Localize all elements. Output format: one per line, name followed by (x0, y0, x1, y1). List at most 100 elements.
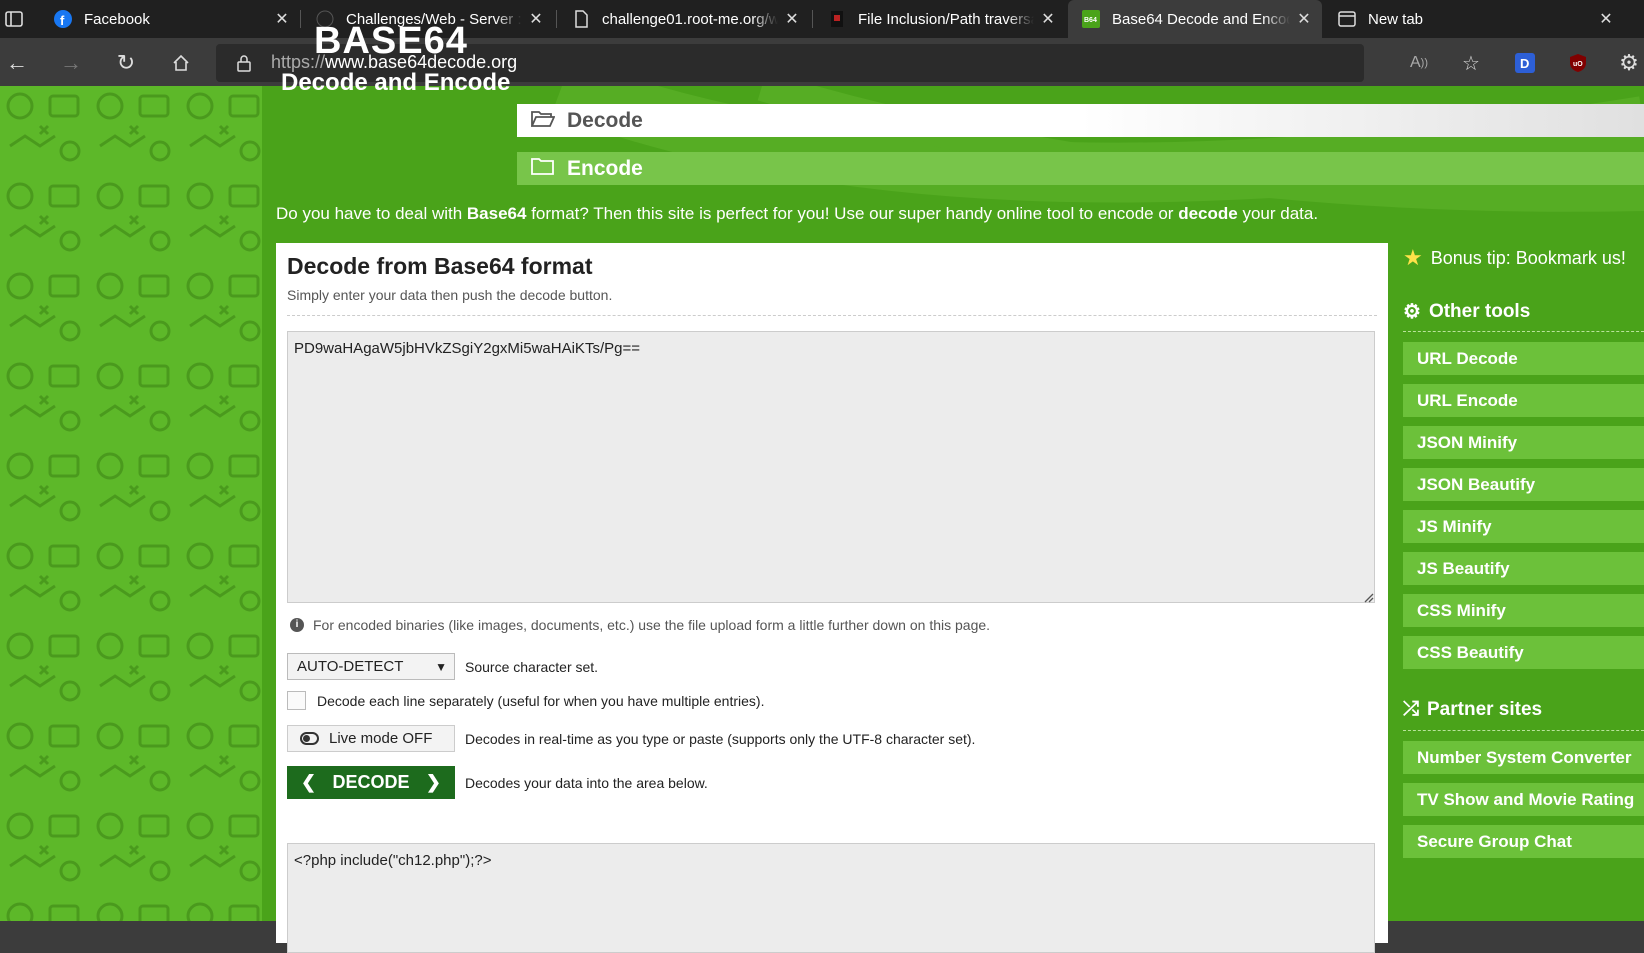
svg-text:D: D (1520, 56, 1529, 71)
tool-js-minify[interactable]: JS Minify (1403, 510, 1644, 543)
partner-group-chat[interactable]: Secure Group Chat (1403, 825, 1644, 858)
partner-number-system[interactable]: Number System Converter (1403, 741, 1644, 774)
tool-url-encode[interactable]: URL Encode (1403, 384, 1644, 417)
charset-row: AUTO-DETECT ▼ Source character set. (287, 653, 598, 680)
charset-label: Source character set. (465, 658, 599, 675)
partner-tv-rating[interactable]: TV Show and Movie Rating (1403, 783, 1644, 816)
binary-note-text: For encoded binaries (like images, docum… (313, 617, 991, 633)
close-icon[interactable]: ✕ (784, 9, 800, 29)
divider (1403, 331, 1644, 332)
browser-tab-bar: f Facebook ✕ Challenges/Web - Server : P… (0, 0, 1644, 38)
decorative-pattern (0, 86, 262, 921)
decoded-output[interactable]: <?php include("ch12.php");?> (287, 843, 1375, 953)
tab-new-tab[interactable]: New tab ✕ (1324, 0, 1624, 38)
partner-sites-title: Partner sites (1427, 698, 1543, 720)
lock-icon[interactable] (236, 54, 252, 77)
extension-d-icon[interactable]: D (1512, 50, 1538, 76)
close-icon[interactable]: ✕ (1296, 9, 1312, 29)
refresh-icon[interactable]: ↻ (113, 50, 139, 76)
site-logo[interactable]: BASE64 (314, 20, 468, 63)
forward-icon[interactable]: → (58, 50, 84, 76)
tab-title: challenge01.root-me.org/w (602, 10, 778, 28)
close-icon[interactable]: ✕ (1598, 9, 1614, 29)
extensions-icon[interactable]: ⚙ (1616, 50, 1642, 76)
page-title: Decode from Base64 format (287, 253, 593, 279)
nav-encode[interactable]: Encode (517, 152, 1644, 185)
tab-file-inclusion[interactable]: File Inclusion/Path traversal ✕ (814, 0, 1066, 38)
chevron-down-icon: ▼ (435, 659, 447, 674)
tab-base64-active[interactable]: B64 Base64 Decode and Encode ✕ (1068, 0, 1322, 38)
read-aloud-icon[interactable]: A)) (1406, 50, 1432, 76)
close-icon[interactable]: ✕ (274, 9, 290, 29)
base64-input[interactable]: PD9waHAgaW5jbHVkZSgiY2gxMi5waHAiKTs/Pg== (287, 331, 1375, 603)
rootme-icon (828, 10, 846, 28)
back-icon[interactable]: ← (4, 50, 30, 76)
toggle-off-icon (300, 732, 319, 745)
base64-icon: B64 (1082, 10, 1100, 28)
tab-actions-icon[interactable] (4, 9, 24, 29)
binary-note: i For encoded binaries (like images, doc… (290, 617, 990, 633)
tool-css-beautify[interactable]: CSS Beautify (1403, 636, 1644, 669)
close-icon[interactable]: ✕ (528, 9, 544, 29)
tab-title: Facebook (84, 10, 150, 28)
star-icon: ★ (1403, 245, 1423, 270)
folder-open-icon (530, 109, 557, 133)
shuffle-icon: ⤮ (1403, 698, 1419, 720)
live-mode-toggle[interactable]: Live mode OFF (287, 725, 455, 752)
intro-text: Do you have to deal with Base64 format? … (276, 204, 1318, 224)
close-icon[interactable]: ✕ (1040, 9, 1056, 29)
decode-button-label: DECODE (332, 772, 410, 792)
tab-title: Base64 Decode and Encode (1112, 10, 1290, 28)
tool-url-decode[interactable]: URL Decode (1403, 342, 1644, 375)
tool-json-beautify[interactable]: JSON Beautify (1403, 468, 1644, 501)
home-icon[interactable] (168, 50, 194, 76)
decode-desc: Decodes your data into the area below. (465, 774, 708, 791)
site-logo-subtitle[interactable]: Decode and Encode (281, 69, 510, 97)
intro-part: your data. (1237, 204, 1319, 223)
intro-part: Do you have to deal with (276, 204, 467, 223)
info-icon: i (290, 618, 304, 632)
tab-title: File Inclusion/Path traversal (858, 10, 1034, 28)
live-mode-desc: Decodes in real-time as you type or past… (465, 730, 976, 747)
charset-value: AUTO-DETECT (297, 658, 404, 675)
each-line-label: Decode each line separately (useful for … (317, 692, 765, 709)
svg-text:B64: B64 (1084, 17, 1097, 24)
tab-title: New tab (1368, 10, 1424, 28)
partner-sites-heading: ⤮ Partner sites (1403, 698, 1542, 721)
new-tab-icon (1338, 10, 1356, 28)
each-line-row: Decode each line separately (useful for … (287, 691, 764, 710)
page-subtitle: Simply enter your data then push the dec… (287, 287, 613, 303)
decode-panel: Decode from Base64 format Simply enter y… (276, 243, 1388, 953)
live-mode-label: Live mode OFF (329, 730, 433, 747)
bonus-tip-text: Bonus tip: Bookmark us! (1430, 247, 1626, 268)
chevron-left-icon: ❮ (301, 772, 317, 792)
tab-facebook[interactable]: f Facebook ✕ (40, 0, 300, 38)
gear-icon: ⚙ (1403, 301, 1421, 323)
tool-js-beautify[interactable]: JS Beautify (1403, 552, 1644, 585)
facebook-icon: f (54, 10, 72, 28)
folder-icon (531, 157, 557, 181)
tab-challenge01[interactable]: challenge01.root-me.org/w ✕ (558, 0, 810, 38)
tool-json-minify[interactable]: JSON Minify (1403, 426, 1644, 459)
live-mode-row: Live mode OFF Decodes in real-time as yo… (287, 725, 975, 752)
favorites-icon[interactable]: ☆ (1458, 50, 1484, 76)
ublock-icon[interactable]: uO (1565, 50, 1591, 76)
other-tools-title: Other tools (1428, 300, 1531, 322)
charset-select[interactable]: AUTO-DETECT ▼ (287, 653, 455, 680)
nav-encode-label: Encode (567, 156, 643, 180)
bonus-tip: ★ Bonus tip: Bookmark us! (1403, 245, 1626, 271)
svg-text:uO: uO (1573, 61, 1583, 68)
nav-decode[interactable]: Decode (517, 104, 1644, 137)
intro-bold: Base64 (466, 204, 527, 223)
document-icon (572, 10, 590, 28)
decode-button[interactable]: ❮ DECODE ❯ (287, 766, 455, 799)
tool-css-minify[interactable]: CSS Minify (1403, 594, 1644, 627)
resize-grip-icon[interactable] (1364, 593, 1374, 603)
other-tools-heading: ⚙ Other tools (1403, 299, 1530, 324)
divider (287, 315, 1377, 316)
svg-text:f: f (60, 13, 65, 28)
each-line-checkbox[interactable] (287, 691, 306, 710)
intro-part: format? Then this site is perfect for yo… (526, 204, 1179, 223)
intro-bold: decode (1178, 204, 1238, 223)
divider (1403, 730, 1644, 731)
